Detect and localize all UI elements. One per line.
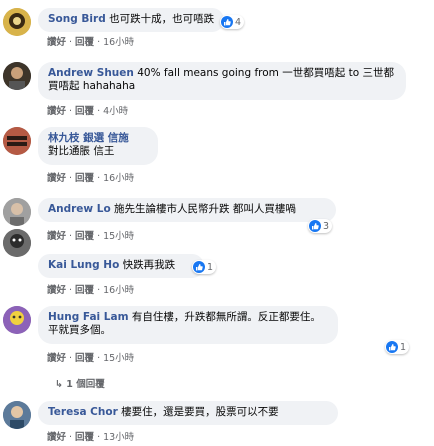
- comment-actions: 讚好 · 回覆 · 13小時: [47, 432, 135, 443]
- avatar[interactable]: [3, 62, 31, 90]
- reaction-number: 4: [235, 16, 242, 28]
- like-link[interactable]: 讚好: [47, 173, 66, 184]
- comment-time[interactable]: 16小時: [103, 37, 134, 48]
- reaction-number: 1: [207, 261, 214, 273]
- avatar[interactable]: [3, 8, 31, 36]
- comment-author[interactable]: Andrew Lo: [48, 203, 111, 215]
- reply-link[interactable]: 回覆: [75, 231, 94, 242]
- avatar-image-icon: [3, 62, 31, 90]
- comment-text: 施先生論樓市人民幣升跌 都叫人買樓喎: [114, 203, 296, 215]
- comment-text: 對比通脹 信王: [48, 145, 115, 157]
- like-reaction-icon: [221, 16, 233, 28]
- reply-link[interactable]: 回覆: [75, 432, 94, 443]
- comment-actions: 讚好 · 回覆 · 16小時: [47, 285, 135, 296]
- comment-actions: 讚好 · 回覆 · 16小時: [47, 173, 135, 184]
- comment-time[interactable]: 13小時: [103, 432, 134, 443]
- like-reaction-icon: [193, 261, 205, 273]
- like-reaction-icon: [309, 220, 321, 232]
- like-reaction-icon: [386, 341, 398, 353]
- comment-time[interactable]: 4小時: [103, 106, 128, 117]
- avatar-image-icon: [3, 401, 31, 429]
- reply-link[interactable]: 回覆: [75, 106, 94, 117]
- avatar-image-icon: [3, 306, 31, 334]
- reply-link[interactable]: 回覆: [75, 285, 94, 296]
- comment-time[interactable]: 15小時: [103, 353, 134, 364]
- avatar[interactable]: [3, 401, 31, 429]
- like-link[interactable]: 讚好: [47, 37, 66, 48]
- comment-time[interactable]: 15小時: [103, 231, 134, 242]
- like-link[interactable]: 讚好: [47, 285, 66, 296]
- comment-author[interactable]: 林九枝 銀選 信施: [48, 132, 148, 145]
- avatar[interactable]: [3, 198, 31, 226]
- reply-link[interactable]: 回覆: [75, 173, 94, 184]
- reply-link[interactable]: 回覆: [75, 353, 94, 364]
- reaction-count[interactable]: 1: [385, 340, 410, 354]
- like-link[interactable]: 讚好: [47, 353, 66, 364]
- comment-actions: 讚好 · 回覆 · 4小時: [47, 106, 129, 117]
- reaction-count[interactable]: 3: [308, 219, 333, 233]
- comment-author[interactable]: Kai Lung Ho: [48, 259, 119, 271]
- comment-bubble: 林九枝 銀選 信施 對比通脹 信王: [38, 127, 158, 165]
- comment-text: 快跌再我跌: [122, 259, 176, 271]
- reaction-number: 1: [400, 341, 407, 353]
- comment-bubble: Song Bird 也可跌十成，也可唔跌: [38, 8, 225, 32]
- avatar-image-icon: [3, 8, 31, 36]
- avatar-image-icon: [3, 198, 31, 226]
- avatar-image-icon: [3, 229, 31, 257]
- avatar[interactable]: [3, 229, 31, 257]
- comment-author[interactable]: Hung Fai Lam: [48, 311, 129, 323]
- comment-bubble: Andrew Lo 施先生論樓市人民幣升跌 都叫人買樓喎: [38, 198, 336, 222]
- like-link[interactable]: 讚好: [47, 106, 66, 117]
- reply-link[interactable]: 回覆: [75, 37, 94, 48]
- like-link[interactable]: 讚好: [47, 231, 66, 242]
- view-replies-link[interactable]: ↳ 1 個回覆: [55, 376, 105, 390]
- avatar-image-icon: [3, 127, 31, 155]
- reaction-count[interactable]: 4: [220, 15, 245, 29]
- comment-bubble: Kai Lung Ho 快跌再我跌: [38, 254, 204, 278]
- comment-actions: 讚好 · 回覆 · 15小時: [47, 353, 135, 364]
- replies-count: 1 個回覆: [66, 379, 105, 390]
- comment-author[interactable]: Song Bird: [48, 13, 106, 25]
- comment-time[interactable]: 16小時: [103, 173, 134, 184]
- comment-actions: 讚好 · 回覆 · 16小時: [47, 37, 135, 48]
- comment-bubble: Andrew Shuen 40% fall means going from 一…: [38, 62, 406, 100]
- comment-author[interactable]: Andrew Shuen: [48, 67, 134, 79]
- comment-author[interactable]: Teresa Chor: [48, 406, 118, 418]
- reply-arrow-icon: ↳: [55, 379, 67, 390]
- comment-bubble: Hung Fai Lam 有自住樓，升跌都無所謂。反正都要住。平就買多個。: [38, 306, 338, 344]
- avatar[interactable]: [3, 127, 31, 155]
- comment-bubble: Teresa Chor 樓要住，還是要買，股票可以不要: [38, 401, 338, 425]
- comment-actions: 讚好 · 回覆 · 15小時: [47, 231, 135, 242]
- reaction-count[interactable]: 1: [192, 260, 217, 274]
- like-link[interactable]: 讚好: [47, 432, 66, 443]
- comment-text: 也可跌十成，也可唔跌: [109, 13, 215, 25]
- comment-text: 樓要住，還是要買，股票可以不要: [121, 406, 279, 418]
- comment-time[interactable]: 16小時: [103, 285, 134, 296]
- avatar[interactable]: [3, 306, 31, 334]
- reaction-number: 3: [323, 220, 330, 232]
